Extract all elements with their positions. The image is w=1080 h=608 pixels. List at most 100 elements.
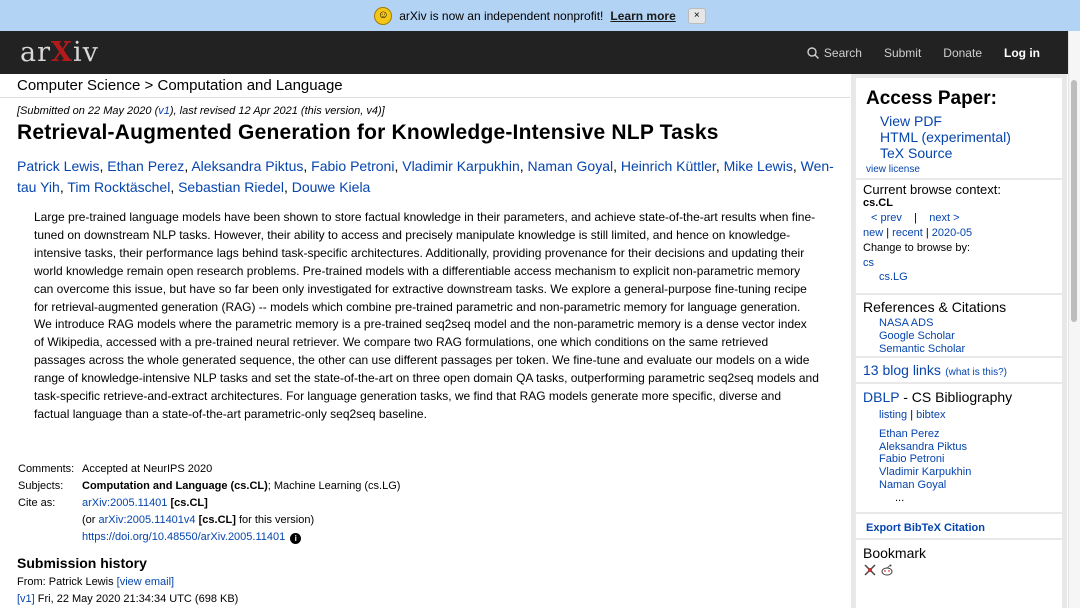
submit-link[interactable]: Submit xyxy=(884,46,921,60)
date-link[interactable]: 2020-05 xyxy=(932,227,972,239)
dblp-link[interactable]: DBLP xyxy=(863,389,899,405)
tex-source-link[interactable]: TeX Source xyxy=(880,145,1062,161)
access-paper-heading: Access Paper: xyxy=(866,88,997,109)
author-link[interactable]: Douwe Kiela xyxy=(292,179,371,195)
metadata-table: Comments: Accepted at NeurIPS 2020 Subje… xyxy=(18,461,400,546)
comments-label: Comments: xyxy=(18,463,75,475)
author-separator: , xyxy=(303,158,312,174)
author-separator: , xyxy=(283,179,292,195)
author-separator: , xyxy=(613,158,621,174)
announcement-text: arXiv is now an independent nonprofit! xyxy=(399,8,604,23)
author-link[interactable]: Fabio Petroni xyxy=(311,158,394,174)
semantic-scholar-link[interactable]: Semantic Scholar xyxy=(879,343,1062,356)
breadcrumb: Computer Science > Computation and Langu… xyxy=(0,74,850,98)
bookmark-heading: Bookmark xyxy=(863,545,927,561)
doi-link[interactable]: https://doi.org/10.48550/arXiv.2005.1140… xyxy=(82,531,285,543)
dblp-bibtex-link[interactable]: bibtex xyxy=(916,409,945,421)
browse-context-heading: Current browse context: xyxy=(863,182,1002,197)
subjects-label: Subjects: xyxy=(18,480,64,492)
new-link[interactable]: new xyxy=(863,227,883,239)
blog-links-link[interactable]: 13 blog links xyxy=(863,362,941,378)
secondary-subjects: ; Machine Learning (cs.LG) xyxy=(267,480,401,492)
author-link[interactable]: Sebastian Riedel xyxy=(178,179,284,195)
view-pdf-link[interactable]: View PDF xyxy=(880,113,1062,129)
dblp-heading-rest: - CS Bibliography xyxy=(899,389,1013,405)
export-box: Export BibTeX Citation xyxy=(856,514,1062,538)
dblp-listing-link[interactable]: listing xyxy=(879,409,907,421)
author-link[interactable]: Ethan Perez xyxy=(107,158,184,174)
scrollbar-thumb[interactable] xyxy=(1071,80,1077,322)
primary-subject: Computation and Language (cs.CL) xyxy=(82,480,268,492)
bibsonomy-icon[interactable] xyxy=(863,563,877,577)
comments-row: Comments: Accepted at NeurIPS 2020 xyxy=(18,461,400,478)
v1-history-link[interactable]: [v1] xyxy=(17,593,35,605)
blog-links-box: 13 blog links (what is this?) xyxy=(856,358,1062,382)
paper-title: Retrieval-Augmented Generation for Knowl… xyxy=(17,121,719,144)
dblp-author-link[interactable]: Vladimir Karpukhin xyxy=(879,466,1062,479)
sidebar: Access Paper: View PDF HTML (experimenta… xyxy=(851,74,1067,608)
cite-row: Cite as: arXiv:2005.11401 [cs.CL] xyxy=(18,495,400,512)
cite-id-link[interactable]: arXiv:2005.11401 xyxy=(82,497,167,509)
smiley-icon: ☺ xyxy=(374,6,393,25)
learn-more-link[interactable]: Learn more xyxy=(610,9,675,23)
recent-link[interactable]: recent xyxy=(892,227,923,239)
next-link[interactable]: next > xyxy=(929,212,959,224)
submitted-line: [Submitted on 22 May 2020 (v1), last rev… xyxy=(17,105,385,117)
access-paper-box: Access Paper: View PDF HTML (experimenta… xyxy=(856,78,1062,178)
html-experimental-link[interactable]: HTML (experimental) xyxy=(880,129,1062,145)
view-license-link[interactable]: view license xyxy=(866,164,920,175)
author-link[interactable]: Heinrich Küttler xyxy=(621,158,716,174)
comments-value: Accepted at NeurIPS 2020 xyxy=(82,463,213,475)
dblp-author-link[interactable]: Aleksandra Piktus xyxy=(879,441,1062,454)
dblp-more: ... xyxy=(895,491,905,504)
browse-cslg-link[interactable]: cs.LG xyxy=(863,270,1062,284)
change-browse-label: Change to browse by: xyxy=(863,242,971,254)
dblp-author-link[interactable]: Naman Goyal xyxy=(879,479,1062,492)
version-v1: [v1] Fri, 22 May 2020 21:34:34 UTC (698 … xyxy=(17,593,239,605)
google-scholar-link[interactable]: Google Scholar xyxy=(879,330,1062,343)
author-separator: , xyxy=(519,158,528,174)
search-icon xyxy=(807,46,819,59)
v1-link[interactable]: v1 xyxy=(158,105,170,117)
subjects-row: Subjects: Computation and Language (cs.C… xyxy=(18,478,400,495)
search-label: Search xyxy=(823,45,862,60)
author-link[interactable]: Tim Rocktäschel xyxy=(67,179,170,195)
browse-context-box: Current browse context: cs.CL < prev | n… xyxy=(856,180,1062,293)
references-box: References & Citations NASA ADS Google S… xyxy=(856,295,1062,356)
login-link[interactable]: Log in xyxy=(1004,46,1040,60)
author-link[interactable]: Naman Goyal xyxy=(528,158,614,174)
cite-label: Cite as: xyxy=(18,497,56,509)
author-separator: , xyxy=(792,158,801,174)
author-link[interactable]: Vladimir Karpukhin xyxy=(402,158,520,174)
close-icon[interactable]: × xyxy=(687,7,706,24)
dblp-author-link[interactable]: Ethan Perez xyxy=(879,428,1062,441)
author-separator: , xyxy=(715,158,724,174)
author-separator: , xyxy=(170,179,179,195)
cite-version-link[interactable]: arXiv:2005.11401v4 xyxy=(99,514,196,526)
author-link[interactable]: Aleksandra Piktus xyxy=(191,158,303,174)
announcement-bar: ☺ arXiv is now an independent nonprofit!… xyxy=(0,0,1080,31)
what-is-this-link[interactable]: (what is this?) xyxy=(945,367,1007,378)
abstract: Large pre-trained language models have b… xyxy=(34,210,819,421)
arxiv-logo[interactable]: arXiv xyxy=(20,37,99,68)
submission-history-heading: Submission history xyxy=(17,555,147,571)
search-button[interactable]: Search xyxy=(807,46,862,60)
author-link[interactable]: Mike Lewis xyxy=(724,158,793,174)
browse-cs-link[interactable]: cs xyxy=(863,256,1062,270)
site-header: arXiv Search Submit Donate Log in xyxy=(0,31,1068,74)
dblp-author-link[interactable]: Fabio Petroni xyxy=(879,453,1062,466)
references-heading: References & Citations xyxy=(863,299,1007,315)
header-nav: Search Submit Donate Log in xyxy=(785,46,1040,60)
browse-context-value: cs.CL xyxy=(863,197,893,209)
author-link[interactable]: Patrick Lewis xyxy=(17,158,99,174)
submitted-from: From: Patrick Lewis [view email] xyxy=(17,576,175,588)
info-icon[interactable]: i xyxy=(290,533,302,544)
nasa-ads-link[interactable]: NASA ADS xyxy=(879,317,1062,330)
prev-link[interactable]: < prev xyxy=(871,212,902,224)
dblp-box: DBLP - CS Bibliography listing | bibtex … xyxy=(856,384,1062,512)
view-email-link[interactable]: [view email] xyxy=(117,576,174,588)
reddit-icon[interactable] xyxy=(880,563,894,577)
author-list: Patrick Lewis, Ethan Perez, Aleksandra P… xyxy=(17,156,847,198)
export-bibtex-link[interactable]: Export BibTeX Citation xyxy=(866,522,985,534)
donate-link[interactable]: Donate xyxy=(943,46,982,60)
